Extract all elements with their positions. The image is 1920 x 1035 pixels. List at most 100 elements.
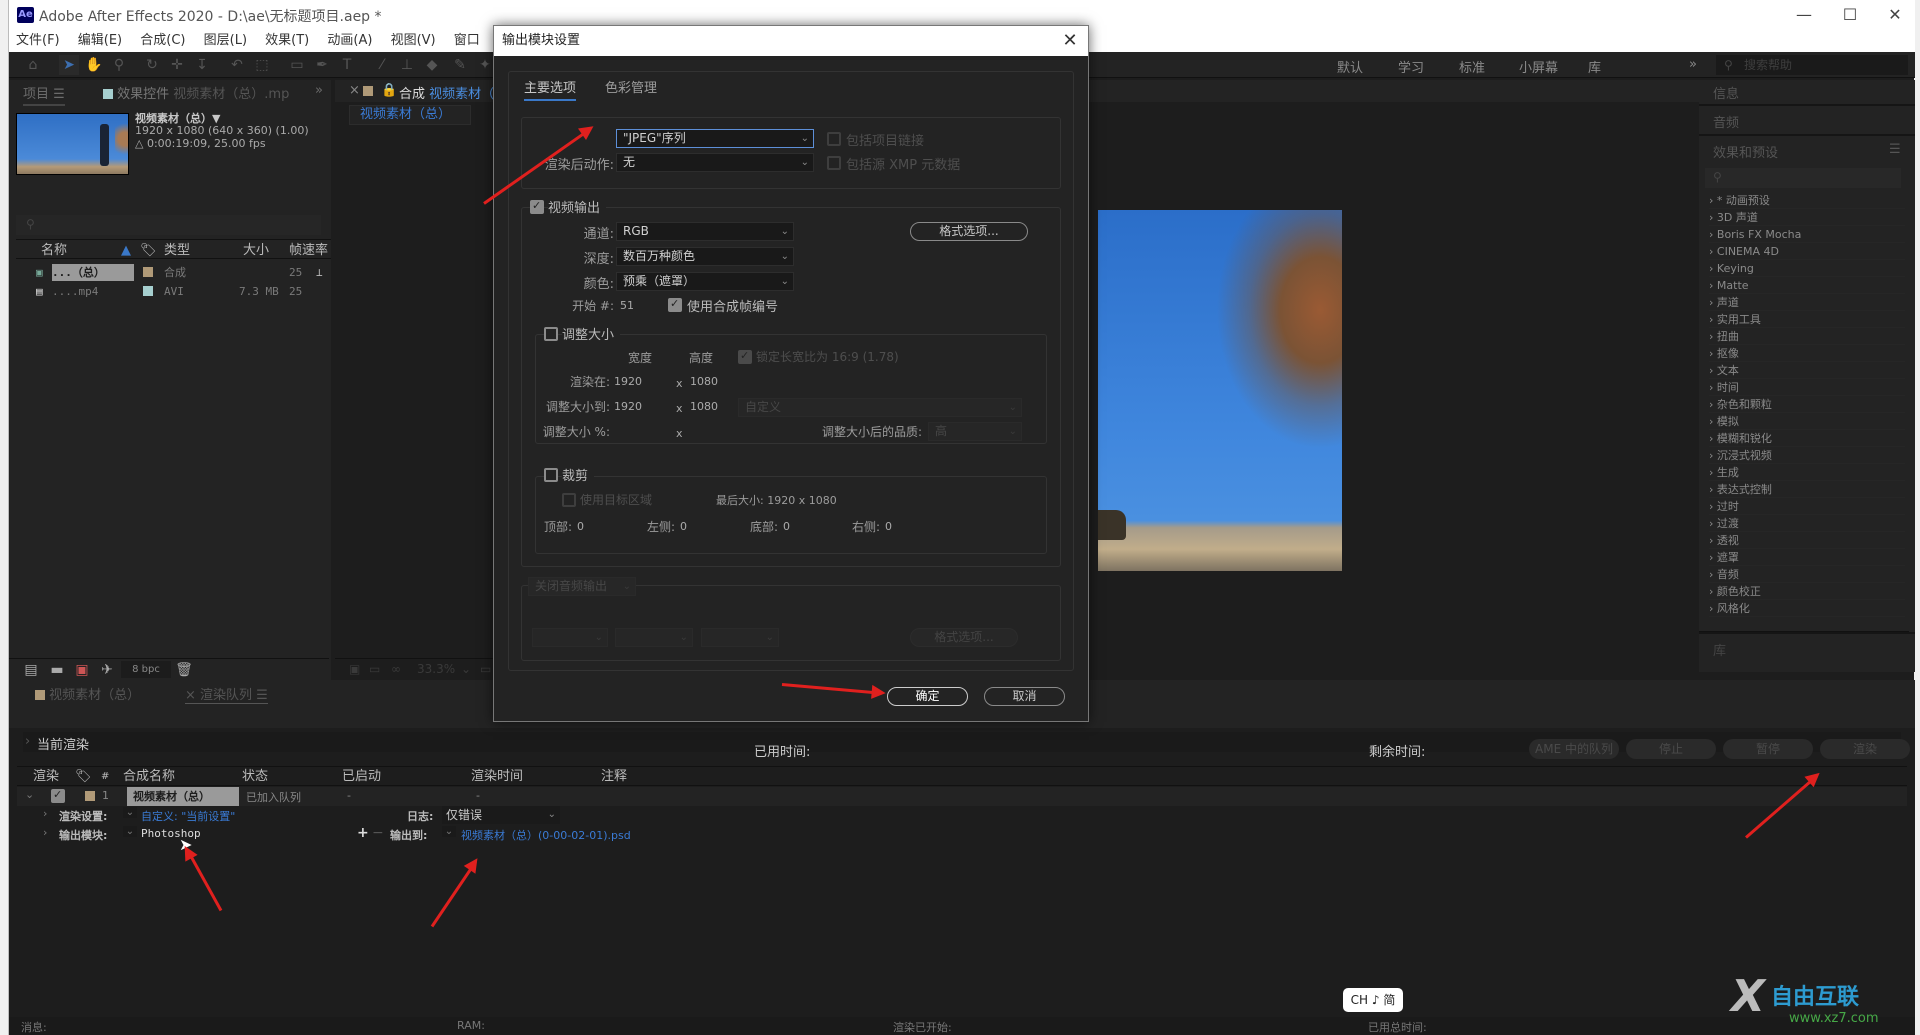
effects-category-item[interactable]: › 3D 声道 xyxy=(1709,209,1905,226)
crop-bottom-value[interactable]: 0 xyxy=(783,520,790,533)
workspace-standard[interactable]: 标准 xyxy=(1459,57,1485,76)
output-module-dropdown-icon[interactable]: ⌄ xyxy=(123,826,137,837)
effects-category-item[interactable]: › 声道 xyxy=(1709,294,1905,311)
dependency-icon[interactable]: ✈ xyxy=(97,660,117,680)
col-render[interactable]: 渲染 xyxy=(33,768,59,786)
menu-animation[interactable]: 动画(A) xyxy=(320,30,379,51)
rotate-tool-icon[interactable]: ↶ xyxy=(227,55,247,75)
collapse-chevron-icon[interactable]: ⌄ xyxy=(25,788,34,801)
post-render-action-select[interactable]: 无 ⌄ xyxy=(616,153,814,172)
video-output-checkbox[interactable] xyxy=(530,199,544,214)
channels-select[interactable]: RGB ⌄ xyxy=(616,222,794,241)
effects-category-item[interactable]: › Matte xyxy=(1709,277,1905,294)
effects-category-item[interactable]: › Boris FX Mocha xyxy=(1709,226,1905,243)
render-comp-name[interactable]: 视频素材（总） xyxy=(127,787,239,806)
remove-output-module-icon[interactable]: − xyxy=(372,825,384,841)
render-checkbox[interactable] xyxy=(51,788,65,803)
crop-top-value[interactable]: 0 xyxy=(577,520,584,533)
zoom-level[interactable]: 33.3% xyxy=(417,662,455,676)
expand-chevron-icon[interactable]: › xyxy=(43,807,47,820)
effects-category-item[interactable]: › 透视 xyxy=(1709,532,1905,549)
queue-in-ame-button[interactable]: AME 中的队列 xyxy=(1529,739,1619,759)
effects-presets-header[interactable]: 效果和预设 xyxy=(1713,142,1778,161)
stop-button[interactable]: 停止 xyxy=(1626,739,1716,759)
current-render-expand-icon[interactable]: › xyxy=(25,734,30,749)
use-roi-checkbox[interactable] xyxy=(562,493,576,507)
effects-category-item[interactable]: › 生成 xyxy=(1709,464,1905,481)
color-select[interactable]: 预乘（遮罩） ⌄ xyxy=(616,272,794,291)
effects-category-item[interactable]: › 音频 xyxy=(1709,566,1905,583)
info-panel-header[interactable]: 信息 xyxy=(1713,83,1739,102)
home-icon[interactable]: ⌂ xyxy=(23,55,43,75)
bit-depth-button[interactable]: 8 bpc xyxy=(121,661,171,678)
resize-checkbox[interactable] xyxy=(544,327,558,341)
effects-category-item[interactable]: › * 动画预设 xyxy=(1709,192,1905,209)
col-size[interactable]: 大小 xyxy=(243,242,269,260)
workspace-small-screen[interactable]: 小屏幕 xyxy=(1519,57,1558,76)
tab-color-management[interactable]: 色彩管理 xyxy=(605,77,657,96)
label-column-icon[interactable]: 🏷 xyxy=(140,242,157,260)
effects-category-item[interactable]: › 扭曲 xyxy=(1709,328,1905,345)
panel-more-button[interactable]: » xyxy=(315,83,323,98)
col-index[interactable]: # xyxy=(101,768,109,786)
chevron-down-icon[interactable]: ⌄ xyxy=(461,662,471,676)
start-frame-value[interactable]: 51 xyxy=(620,299,634,312)
new-folder-icon[interactable]: ▬ xyxy=(47,660,67,680)
tab-footage-timeline[interactable]: 视频素材（总） xyxy=(35,684,140,703)
minimize-button[interactable]: — xyxy=(1784,4,1824,26)
project-search-input[interactable]: ⚲ xyxy=(16,215,321,235)
dolly-camera-icon[interactable]: ↧ xyxy=(192,55,212,75)
effects-category-item[interactable]: › 时间 xyxy=(1709,379,1905,396)
format-select[interactable]: "JPEG"序列 ⌄ xyxy=(616,129,814,148)
audio-panel-header[interactable]: 音频 xyxy=(1713,112,1739,131)
depth-select[interactable]: 数百万种颜色 ⌄ xyxy=(616,247,794,266)
effects-category-item[interactable]: › 遮罩 xyxy=(1709,549,1905,566)
vr-icon[interactable]: ∞ xyxy=(391,662,401,676)
format-options-button[interactable]: 格式选项... xyxy=(910,222,1028,241)
effects-category-item[interactable]: › 文本 xyxy=(1709,362,1905,379)
sort-ascending-icon[interactable]: ▲ xyxy=(121,242,131,260)
resize-to-width[interactable]: 1920 xyxy=(614,400,642,413)
clone-stamp-icon[interactable]: ⊥ xyxy=(397,55,417,75)
audio-output-select[interactable]: 关闭音频输出 ⌄ xyxy=(528,577,636,596)
lock-aspect-checkbox[interactable] xyxy=(738,349,752,364)
pause-button[interactable]: 暂停 xyxy=(1723,739,1813,759)
effects-category-item[interactable]: › 过渡 xyxy=(1709,515,1905,532)
hand-tool-icon[interactable]: ✋ xyxy=(84,55,104,75)
render-settings-link[interactable]: 自定义: "当前设置" xyxy=(141,808,235,824)
type-tool-icon[interactable]: T xyxy=(337,55,357,75)
help-search-input[interactable]: ⚲ 搜索帮助 xyxy=(1716,55,1908,75)
resize-quality-select[interactable]: 高 ⌄ xyxy=(928,422,1022,441)
output-to-link[interactable]: 视频素材（总）(0-00-02-01).psd xyxy=(461,827,631,843)
col-name[interactable]: 名称 xyxy=(41,242,67,260)
pan-behind-icon[interactable]: ⬚ xyxy=(252,55,272,75)
col-comp-name[interactable]: 合成名称 xyxy=(123,768,175,786)
zoom-tool-icon[interactable]: ⚲ xyxy=(109,55,129,75)
tab-main-options[interactable]: 主要选项 xyxy=(524,77,577,101)
tab-project[interactable]: 项目 ☰ xyxy=(23,83,65,106)
effects-category-item[interactable]: › Keying xyxy=(1709,260,1905,277)
effects-category-item[interactable]: › 模糊和锐化 xyxy=(1709,430,1905,447)
effects-category-item[interactable]: › 杂色和颗粒 xyxy=(1709,396,1905,413)
workspace-libraries[interactable]: 库 xyxy=(1588,57,1601,76)
add-output-module-icon[interactable]: + xyxy=(357,825,369,841)
ok-button[interactable]: 确定 xyxy=(887,687,968,706)
audio-depth-select[interactable]: ⌄ xyxy=(615,628,693,647)
crop-right-value[interactable]: 0 xyxy=(885,520,892,533)
include-xmp-checkbox[interactable] xyxy=(827,156,841,170)
output-to-dropdown-icon[interactable]: ⌄ xyxy=(442,826,456,837)
effects-category-item[interactable]: › 表达式控制 xyxy=(1709,481,1905,498)
workspace-learn[interactable]: 学习 xyxy=(1398,57,1424,76)
close-window-button[interactable]: ✕ xyxy=(1875,4,1915,26)
cancel-button[interactable]: 取消 xyxy=(984,687,1065,706)
workspaces-more-button[interactable]: » xyxy=(1689,57,1697,72)
effects-category-item[interactable]: › 实用工具 xyxy=(1709,311,1905,328)
use-comp-frame-checkbox[interactable] xyxy=(668,297,682,312)
render-button[interactable]: 渲染 xyxy=(1820,739,1910,759)
effects-category-item[interactable]: › CINEMA 4D xyxy=(1709,243,1905,260)
col-framerate[interactable]: 帧速率 xyxy=(289,242,328,260)
crop-checkbox[interactable] xyxy=(544,468,558,482)
composition-preview-image[interactable] xyxy=(1098,210,1342,571)
include-project-link-checkbox[interactable] xyxy=(827,132,841,146)
selection-tool-icon[interactable]: ➤ xyxy=(59,55,79,75)
